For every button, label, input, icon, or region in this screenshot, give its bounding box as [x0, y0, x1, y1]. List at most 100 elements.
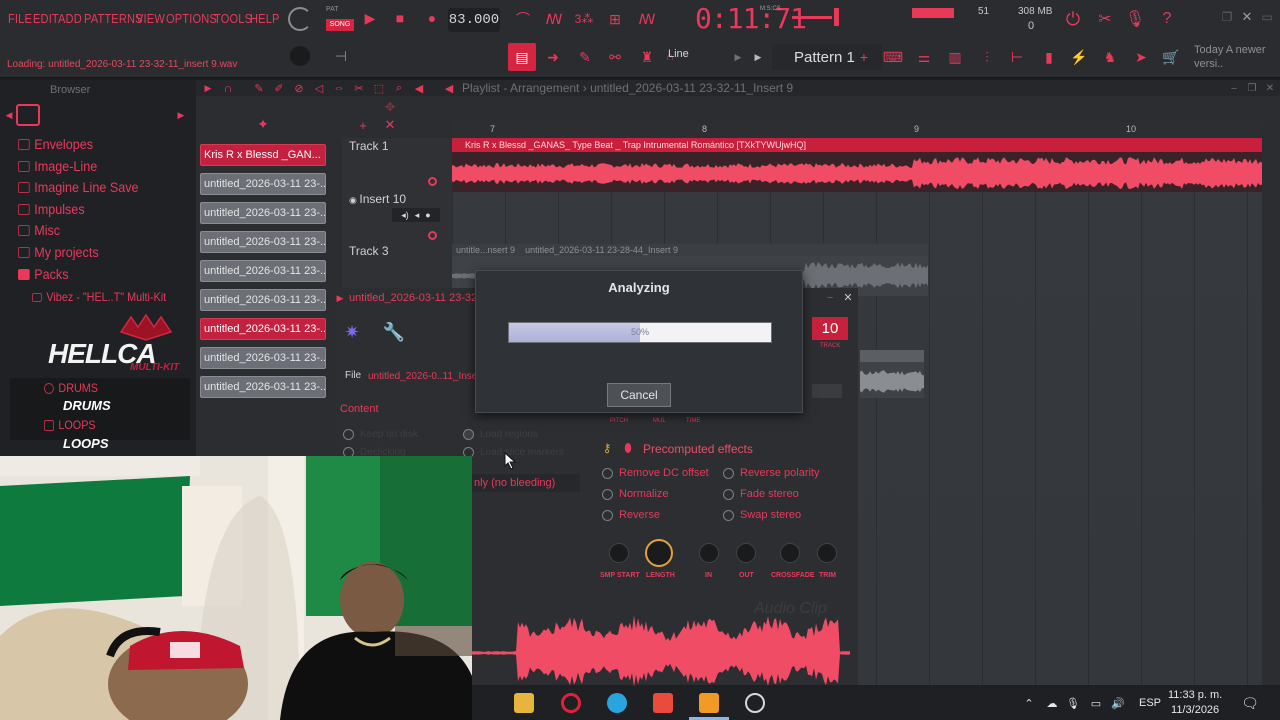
audio-clip-waveform[interactable] — [452, 152, 1262, 192]
plugin-icon[interactable]: ⚡ — [1068, 48, 1090, 66]
microphone-tray-icon[interactable]: 🎙 — [1066, 695, 1080, 711]
menu-tools[interactable]: TOOLS — [214, 11, 252, 26]
option-keep-on-disk[interactable]: Keep on disk — [343, 429, 418, 440]
channel-button[interactable]: untitled_2026-03-11 23-... — [200, 318, 326, 340]
sample-waveform-preview[interactable] — [472, 596, 850, 686]
slice-tool-icon[interactable]: ✂ — [352, 80, 366, 96]
onedrive-icon[interactable]: ☁ — [1044, 695, 1060, 711]
move-icon[interactable]: ✥ — [383, 100, 397, 114]
master-volume-knob[interactable] — [288, 7, 312, 31]
length-knob[interactable] — [645, 539, 673, 567]
window-restore-icon[interactable]: ❐ — [1220, 8, 1234, 26]
browser-item-imagine-line-save[interactable]: Imagine Line Save — [18, 179, 139, 195]
project-icon[interactable]: ▮ — [1038, 48, 1060, 66]
browser-item-impulses[interactable]: Impulses — [18, 201, 85, 217]
playlist-maximize-icon[interactable]: ❐ — [1246, 80, 1258, 96]
settings-minimize-icon[interactable]: – — [824, 291, 836, 303]
option-load-regions[interactable]: Load regions — [463, 429, 538, 440]
timeline-ruler[interactable]: 7 8 9 10 — [452, 122, 1262, 138]
sample-waveform-icon[interactable]: ✷ — [340, 320, 364, 344]
countdown-icon[interactable]: 3⁂ — [573, 10, 595, 28]
solo-icon[interactable]: ● — [425, 210, 430, 220]
effect-remove-dc-offset[interactable]: Remove DC offset — [602, 467, 709, 479]
cancel-button[interactable]: Cancel — [607, 383, 671, 407]
browser-item-my-projects[interactable]: My projects — [18, 244, 99, 260]
playback-tool-icon[interactable]: ◀ — [412, 80, 426, 96]
file-name[interactable]: untitled_2026-0..11_Insert — [368, 371, 483, 382]
fl-studio-icon[interactable] — [699, 693, 719, 713]
volume-icon[interactable]: 🔊 — [1110, 695, 1126, 711]
news-ticker[interactable]: Today A newer versi.. — [1194, 43, 1274, 71]
channel-button[interactable]: Kris R x Blessd _GAN... — [200, 144, 326, 166]
mixer-track-number[interactable]: 10 — [812, 317, 848, 340]
zoom-tool-icon[interactable]: ⌕ — [392, 80, 406, 96]
browser-item-packs[interactable]: Packs — [18, 266, 69, 282]
arrow-right-icon[interactable]: ➜ — [544, 48, 562, 66]
stamp-icon[interactable]: ♜ — [638, 48, 656, 66]
draw-tool-icon[interactable]: ✎ — [252, 80, 266, 96]
snap-arrow-icon[interactable]: ▶ — [733, 50, 743, 64]
browser-item-loops[interactable]: LOOPS — [44, 418, 96, 432]
browser-nav-right-icon[interactable]: ▶ — [176, 108, 186, 122]
play-icon[interactable]: ▶ — [362, 10, 378, 26]
track-activity-icon[interactable] — [428, 231, 437, 240]
menu-view[interactable]: VIEW — [136, 11, 165, 26]
magnet-snap-icon[interactable]: ∩ — [220, 80, 236, 96]
browser-item-multikit[interactable]: Vibez - "HEL..T" Multi-Kit — [32, 290, 166, 304]
pat-label[interactable]: PAT — [326, 6, 339, 13]
waveform-icon[interactable]: ✦ — [254, 116, 272, 132]
chevron-up-icon[interactable]: ⌃ — [1022, 695, 1036, 711]
help-icon[interactable]: ? — [1156, 8, 1178, 30]
effect-reverse-polarity[interactable]: Reverse polarity — [723, 467, 819, 479]
link-icon[interactable]: ⚯ — [606, 48, 624, 66]
mute-tool-icon[interactable]: ◁ — [312, 80, 326, 96]
tempo-display[interactable]: 83.000 — [448, 8, 500, 32]
snap-selector[interactable]: Line — [668, 48, 689, 60]
select-tool-icon[interactable]: ⬚ — [372, 80, 386, 96]
wrench-icon[interactable]: 🔧 — [382, 320, 406, 344]
menu-add[interactable]: ADD — [58, 11, 82, 26]
pin-icon[interactable]: ⊣ — [333, 48, 349, 64]
taskbar-clock[interactable]: 11:33 p. m. 11/3/2026 — [1168, 688, 1222, 718]
track-controls[interactable]: ◂) ◂ ● — [392, 208, 440, 222]
channel-button[interactable]: untitled_2026-03-11 23-... — [200, 202, 326, 224]
media-app-icon[interactable] — [653, 693, 673, 713]
channel-button[interactable]: untitled_2026-03-11 23-... — [200, 289, 326, 311]
main-pitch-slider[interactable] — [792, 16, 832, 19]
channel-button[interactable]: untitled_2026-03-11 23-... — [200, 376, 326, 398]
wait-input-icon[interactable]: ꟿ — [543, 10, 565, 28]
sample-start-knob[interactable] — [609, 543, 629, 563]
channel-button[interactable]: untitled_2026-03-11 23-... — [200, 347, 326, 369]
pattern-prev-icon[interactable]: ▶ — [753, 50, 763, 64]
settings-close-icon[interactable]: ✕ — [842, 291, 854, 304]
effect-fade-stereo[interactable]: Fade stereo — [723, 488, 799, 500]
menu-file[interactable]: FILE — [8, 11, 32, 26]
loop-record-icon[interactable]: ꟿ — [636, 10, 658, 28]
channel-button[interactable]: untitled_2026-03-11 23-... — [200, 173, 326, 195]
playlist-minimize-icon[interactable]: – — [1228, 80, 1240, 96]
metronome-icon[interactable]: ⌒ — [512, 10, 534, 28]
menu-options[interactable]: OPTIONS — [166, 11, 217, 26]
channel-button[interactable]: untitled_2026-03-11 23-... — [200, 231, 326, 253]
piano-roll-icon[interactable]: ⌨ — [882, 48, 904, 66]
settings-arrow-icon[interactable]: ▶ — [335, 292, 345, 304]
effect-reverse[interactable]: Reverse — [602, 509, 660, 521]
browser-tree-icon[interactable]: ⊢ — [1006, 48, 1028, 66]
playlist-icon[interactable]: ▤ — [508, 43, 536, 71]
step-edit-icon[interactable]: ⊞ — [604, 10, 626, 28]
record-icon[interactable]: ● — [424, 10, 440, 26]
sliders-icon[interactable]: ⫶ — [976, 48, 998, 66]
add-pattern-icon[interactable]: + — [856, 48, 872, 66]
menu-edit[interactable]: EDIT — [33, 11, 59, 26]
microphone-icon[interactable]: 🎙 — [1124, 8, 1146, 30]
effect-normalize[interactable]: Normalize — [602, 488, 669, 500]
playlist-menu-arrow-icon[interactable]: ▶ — [203, 82, 213, 94]
mixer-icon[interactable]: ⚌ — [913, 48, 935, 66]
declick-mode-select[interactable]: nly (no bleeding) — [472, 474, 580, 492]
playlist-arrow-icon[interactable]: ◀ — [442, 80, 456, 96]
share-icon[interactable]: ➤ — [1130, 48, 1152, 66]
mute-icon[interactable]: ◂ — [415, 210, 420, 221]
crossfade-knob[interactable] — [780, 543, 800, 563]
stop-icon[interactable]: ■ — [392, 10, 408, 26]
pitch-slider-handle[interactable] — [834, 8, 839, 26]
